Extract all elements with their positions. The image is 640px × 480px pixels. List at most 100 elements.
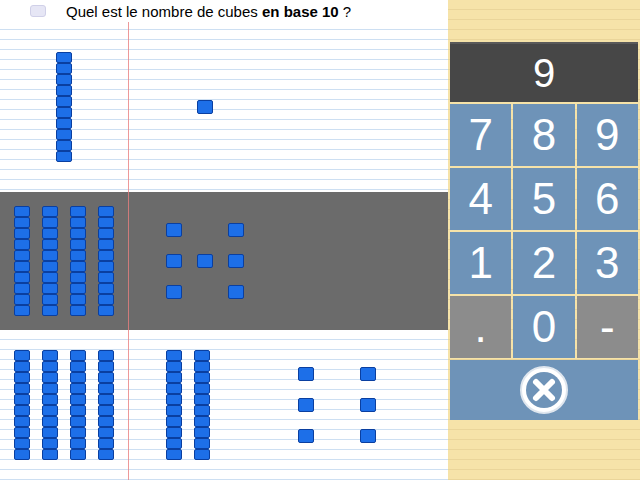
cube (166, 449, 182, 460)
cube (56, 140, 72, 151)
empty-column (298, 107, 299, 108)
cube (360, 367, 376, 381)
keypad-key[interactable]: 2 (513, 232, 574, 294)
cube (70, 372, 86, 383)
cube (14, 416, 30, 427)
cube (194, 361, 210, 372)
cube-row[interactable] (0, 192, 448, 330)
cube (70, 383, 86, 394)
cube (98, 239, 114, 250)
place-column (0, 52, 128, 162)
cube (298, 367, 314, 381)
cube (98, 427, 114, 438)
cube (14, 206, 30, 217)
cube (70, 217, 86, 228)
cube (14, 217, 30, 228)
cube (194, 394, 210, 405)
key-label: 4 (468, 177, 492, 221)
keypad-key[interactable]: 8 (513, 104, 574, 166)
place-column (298, 261, 408, 262)
cube (98, 394, 114, 405)
cube (42, 361, 58, 372)
cube (42, 372, 58, 383)
cube (42, 350, 58, 361)
cube (14, 283, 30, 294)
rod-group (14, 350, 114, 460)
cube (70, 449, 86, 460)
cube (98, 405, 114, 416)
cube (14, 383, 30, 394)
margin-line (128, 22, 129, 480)
clear-button[interactable] (450, 360, 638, 420)
cube (166, 438, 182, 449)
cube (166, 223, 182, 237)
keypad-key[interactable]: 7 (450, 104, 511, 166)
clear-icon (518, 364, 570, 416)
cube (98, 449, 114, 460)
cube (14, 394, 30, 405)
keypad-key[interactable]: 6 (577, 168, 638, 230)
cube (166, 394, 182, 405)
cube (42, 394, 58, 405)
cube (14, 261, 30, 272)
cube (166, 383, 182, 394)
question: Quel est le nombre de cubes en base 10 ? (66, 4, 351, 19)
cube (194, 350, 210, 361)
cube (56, 129, 72, 140)
cube (194, 438, 210, 449)
keypad-key[interactable]: 3 (577, 232, 638, 294)
cube-row[interactable] (0, 22, 448, 192)
cube (98, 416, 114, 427)
keypad-key[interactable]: 1 (450, 232, 511, 294)
cube (228, 254, 244, 268)
cube (166, 427, 182, 438)
cube (360, 429, 376, 443)
cube (42, 283, 58, 294)
key-label: . (475, 305, 487, 349)
cube (98, 283, 114, 294)
cube (98, 228, 114, 239)
cube (14, 438, 30, 449)
unit-group (166, 215, 259, 308)
keypad-key[interactable]: 5 (513, 168, 574, 230)
exercise-panel: Quel est le nombre de cubes en base 10 ? (0, 0, 448, 480)
cube (42, 438, 58, 449)
cube (98, 383, 114, 394)
cube (298, 429, 314, 443)
cube (14, 305, 30, 316)
answer-display: 9 (450, 42, 638, 102)
key-label: 2 (532, 241, 556, 285)
ten-rod (70, 350, 86, 460)
keypad-key[interactable]: . (450, 296, 511, 358)
ten-rod (42, 206, 58, 316)
cube (14, 427, 30, 438)
cube (14, 272, 30, 283)
key-label: 0 (532, 305, 556, 349)
cube (56, 107, 72, 118)
keypad-key[interactable]: 0 (513, 296, 574, 358)
question-end: ? (339, 3, 352, 20)
keypad-key[interactable]: - (577, 296, 638, 358)
ten-rod (70, 206, 86, 316)
cube (70, 361, 86, 372)
question-bar: Quel est le nombre de cubes en base 10 ? (0, 0, 448, 22)
keypad-key[interactable]: 4 (450, 168, 511, 230)
cube-row[interactable] (0, 330, 448, 480)
cube (42, 261, 58, 272)
cube (56, 118, 72, 129)
cube (14, 372, 30, 383)
cube (70, 405, 86, 416)
cube (166, 405, 182, 416)
key-label: 6 (595, 177, 619, 221)
cube (56, 74, 72, 85)
question-emphasis: en base 10 (262, 3, 339, 20)
place-column (0, 350, 128, 460)
cube (42, 272, 58, 283)
cube (14, 250, 30, 261)
cube (56, 96, 72, 107)
keypad-key[interactable]: 9 (577, 104, 638, 166)
cube (70, 416, 86, 427)
key-label: 7 (468, 113, 492, 157)
cube (42, 294, 58, 305)
cube (98, 294, 114, 305)
